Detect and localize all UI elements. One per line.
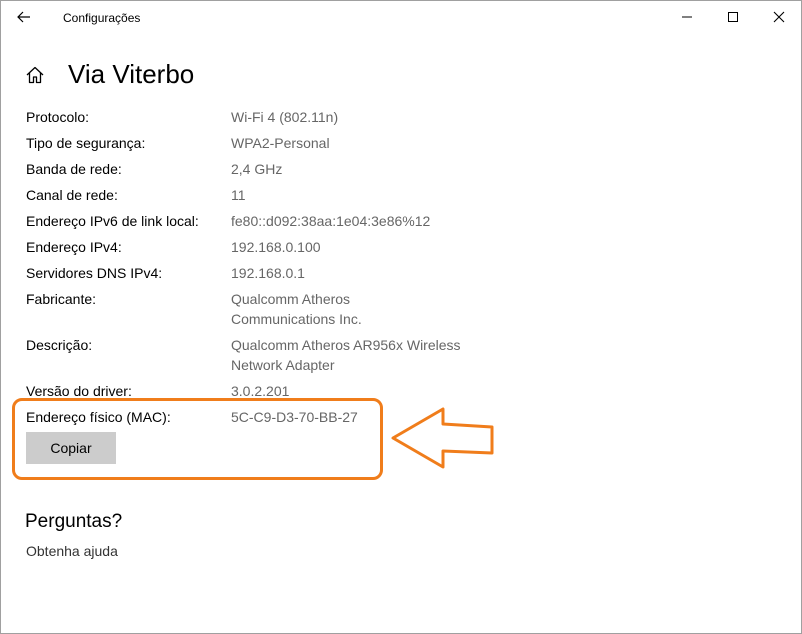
property-label: Tipo de segurança:: [26, 135, 146, 151]
property-value: Wi-Fi 4 (802.11n): [231, 109, 339, 125]
property-label: Descrição:: [26, 337, 93, 353]
property-value: 192.168.0.100: [231, 239, 321, 255]
highlight-box: [12, 398, 383, 480]
property-value: Qualcomm Atheros Communications Inc.: [231, 291, 362, 327]
window-title: Configurações: [63, 11, 141, 25]
property-value: 2,4 GHz: [231, 161, 283, 177]
back-arrow-icon: [17, 11, 30, 23]
property-label: Fabricante:: [26, 291, 97, 307]
property-value: fe80::d092:38aa:1e04:3e86%12: [231, 213, 431, 229]
property-label: Servidores DNS IPv4:: [26, 265, 163, 281]
property-label: Protocolo:: [26, 109, 90, 125]
settings-window: Configurações Via Viterbo Protocolo: Wi-…: [0, 0, 802, 634]
maximize-icon: [728, 12, 738, 22]
help-section-title: Perguntas?: [25, 511, 123, 532]
property-label: Canal de rede:: [26, 187, 118, 203]
property-label: Endereço IPv6 de link local:: [26, 213, 199, 229]
property-label: Endereço IPv4:: [26, 239, 122, 255]
property-label: Banda de rede:: [26, 161, 122, 177]
property-value: WPA2-Personal: [231, 135, 330, 151]
minimize-button[interactable]: [664, 1, 710, 33]
minimize-icon: [682, 16, 692, 18]
home-icon[interactable]: [25, 65, 45, 85]
property-value: Qualcomm Atheros AR956x Wireless Network…: [231, 337, 461, 373]
maximize-button[interactable]: [710, 1, 756, 33]
page-title: Via Viterbo: [68, 59, 195, 89]
property-value: 192.168.0.1: [231, 265, 305, 281]
back-button[interactable]: [9, 3, 39, 31]
get-help-link[interactable]: Obtenha ajuda: [26, 543, 118, 559]
close-icon: [773, 11, 785, 23]
pointer-arrow-icon: [391, 407, 494, 469]
title-bar: Configurações: [1, 1, 801, 35]
close-button[interactable]: [756, 1, 802, 33]
property-value: 11: [231, 187, 246, 203]
